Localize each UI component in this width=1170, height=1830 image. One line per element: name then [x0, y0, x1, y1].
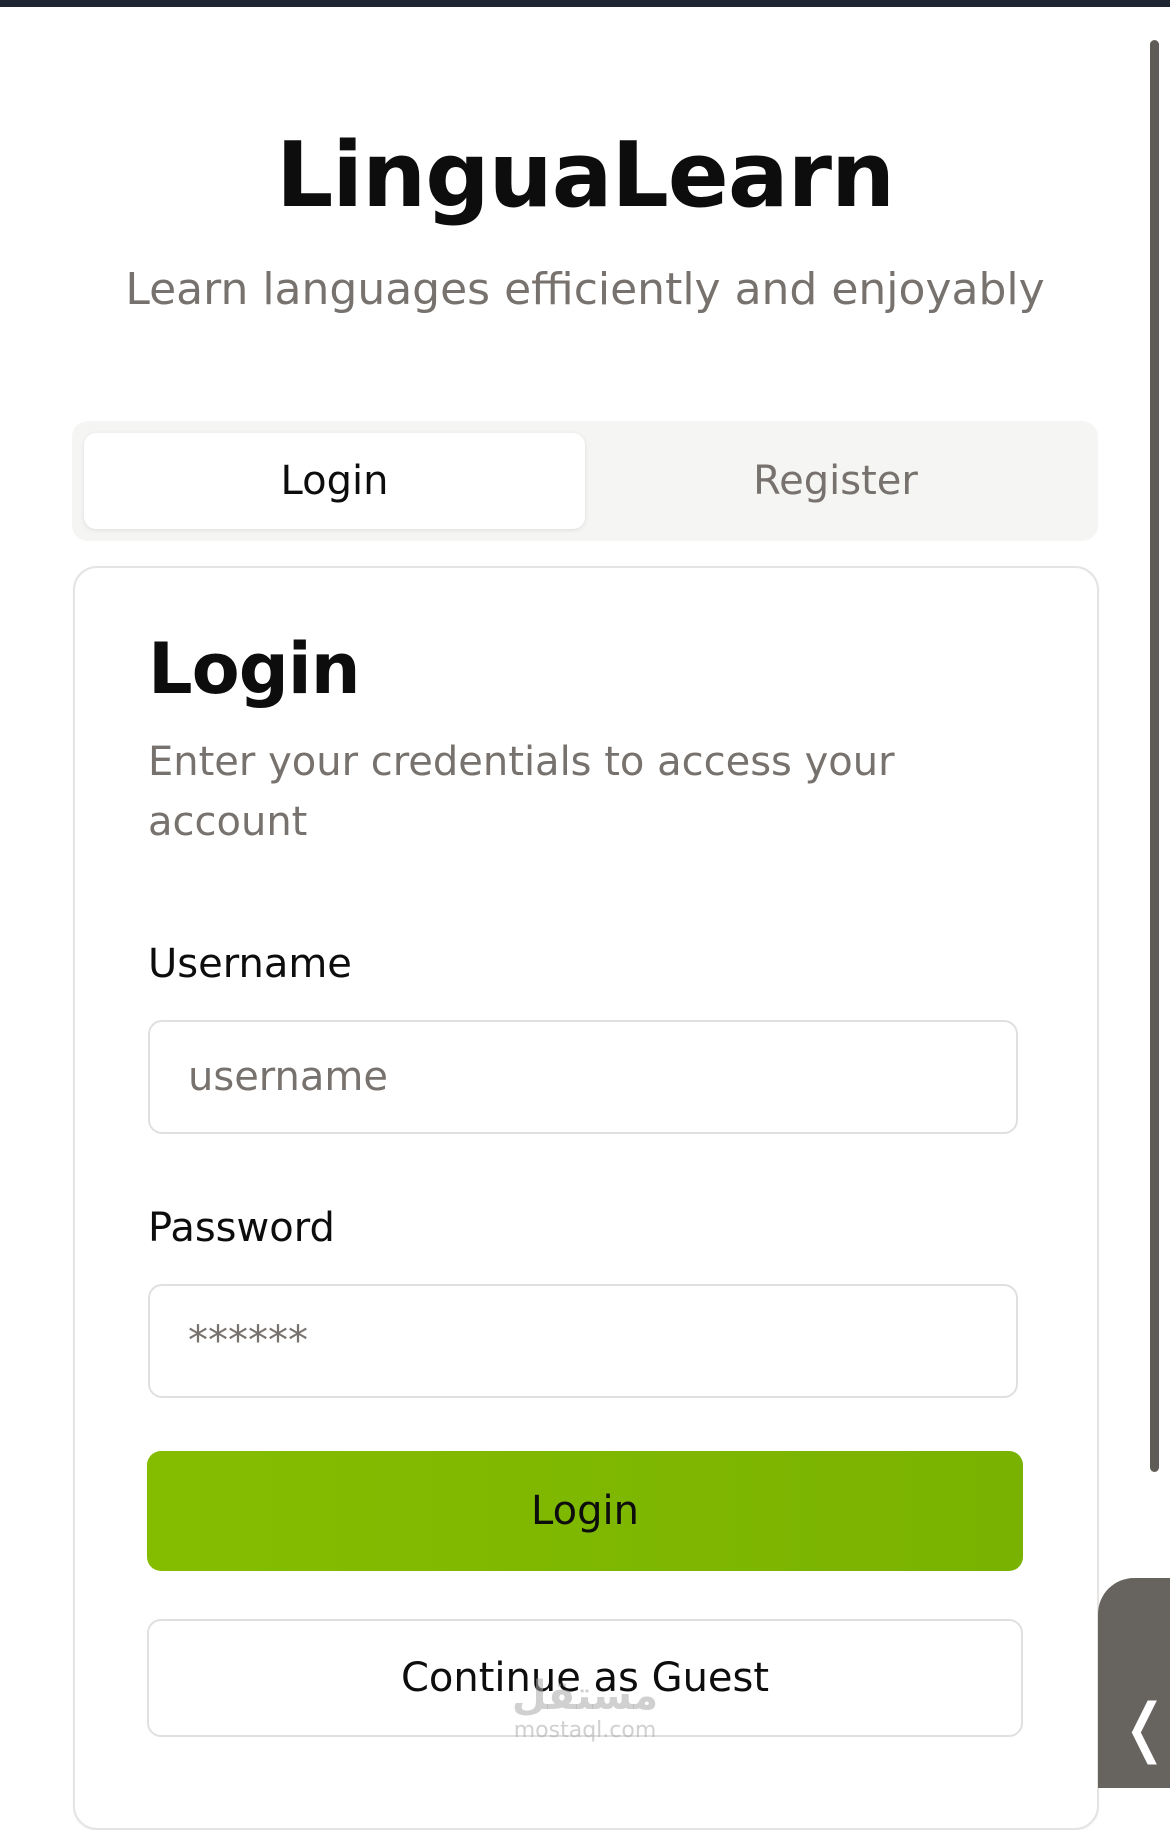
username-input[interactable] [148, 1020, 1018, 1134]
login-button[interactable]: Login [147, 1451, 1023, 1571]
scrollbar[interactable] [1150, 40, 1159, 1472]
side-panel-toggle[interactable]: ❬ [1098, 1578, 1170, 1788]
card-description: Enter your credentials to access your ac… [148, 739, 895, 845]
card-title: Login [148, 628, 361, 710]
auth-tabs: Login Register [72, 421, 1098, 541]
chevron-left-icon: ❬ [1118, 1691, 1170, 1765]
app-subtitle: Learn languages efficiently and enjoyabl… [125, 264, 1045, 315]
password-label: Password [148, 1205, 335, 1251]
username-label: Username [148, 941, 352, 987]
login-card: Login Enter your credentials to access y… [73, 566, 1099, 1830]
top-strip [0, 0, 1170, 7]
tab-login[interactable]: Login [84, 433, 585, 529]
tab-register[interactable]: Register [585, 433, 1086, 529]
continue-as-guest-button[interactable]: Continue as Guest [147, 1619, 1023, 1737]
app-title: LinguaLearn [275, 123, 895, 228]
password-input[interactable] [148, 1284, 1018, 1398]
